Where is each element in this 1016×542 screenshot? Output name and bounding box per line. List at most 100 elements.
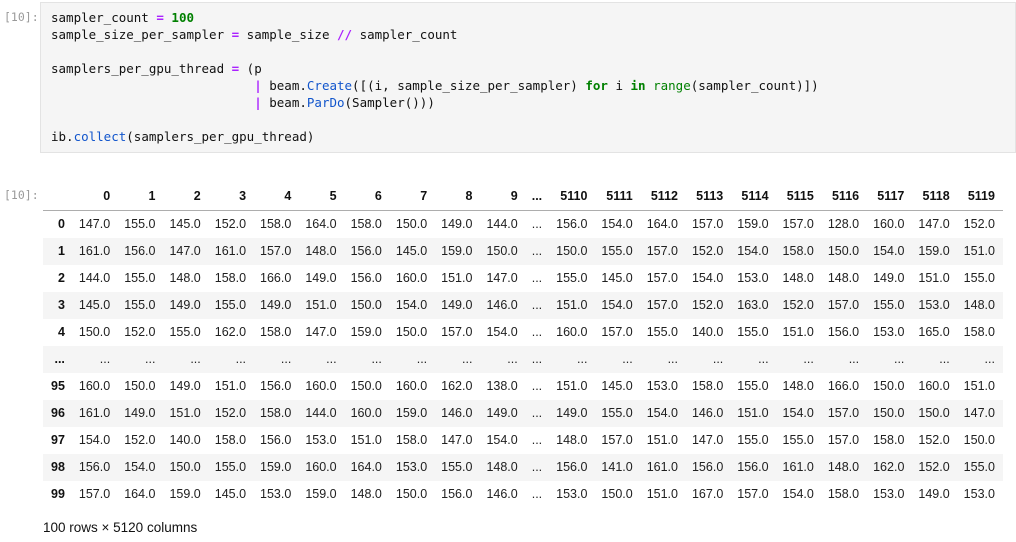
table-cell: 150.0 <box>382 481 427 508</box>
column-header: 5114 <box>723 183 768 211</box>
output-prompt: [10]: <box>4 188 38 202</box>
table-row: 0147.0155.0145.0152.0158.0164.0158.0150.… <box>43 211 1003 239</box>
table-cell: 150.0 <box>950 427 1003 454</box>
table-cell: 156.0 <box>110 238 155 265</box>
column-header: 7 <box>382 183 427 211</box>
table-cell: 148.0 <box>542 427 587 454</box>
table-row: 3145.0155.0149.0155.0149.0151.0150.0154.… <box>43 292 1003 319</box>
table-cell: 151.0 <box>769 319 814 346</box>
column-header: 5111 <box>587 183 632 211</box>
table-cell: 158.0 <box>337 211 382 239</box>
table-cell: 151.0 <box>542 292 587 319</box>
row-index: 3 <box>43 292 65 319</box>
table-cell: 148.0 <box>814 265 859 292</box>
table-cell: 154.0 <box>472 319 517 346</box>
table-cell: 161.0 <box>65 400 110 427</box>
table-cell: 157.0 <box>678 211 723 239</box>
table-cell: 156.0 <box>427 481 472 508</box>
dataframe-table: 0123456789...511051115112511351145115511… <box>43 183 1003 508</box>
code-line: | beam.Create([(i, sample_size_per_sampl… <box>51 77 1007 94</box>
table-cell: ... <box>518 481 542 508</box>
table-cell: 154.0 <box>110 454 155 481</box>
table-cell: 158.0 <box>201 265 246 292</box>
table-cell: 145.0 <box>382 238 427 265</box>
table-cell: 157.0 <box>633 292 678 319</box>
column-header: 5116 <box>814 183 859 211</box>
table-cell: 151.0 <box>904 265 949 292</box>
table-cell: ... <box>518 400 542 427</box>
column-header: 5113 <box>678 183 723 211</box>
code-editor[interactable]: sampler_count = 100sample_size_per_sampl… <box>40 2 1016 153</box>
table-cell: ... <box>814 346 859 373</box>
row-index: 98 <box>43 454 65 481</box>
table-cell: ... <box>155 346 200 373</box>
table-cell: 145.0 <box>587 265 632 292</box>
table-cell: 155.0 <box>950 265 1003 292</box>
table-cell: 160.0 <box>382 265 427 292</box>
table-cell: 149.0 <box>246 292 291 319</box>
table-cell: 166.0 <box>246 265 291 292</box>
table-cell: 148.0 <box>337 481 382 508</box>
table-cell: 155.0 <box>587 400 632 427</box>
table-cell: 151.0 <box>633 427 678 454</box>
dataframe-header: 0123456789...511051115112511351145115511… <box>43 183 1003 211</box>
table-cell: 145.0 <box>201 481 246 508</box>
table-cell: 146.0 <box>678 400 723 427</box>
table-cell: 159.0 <box>904 238 949 265</box>
table-cell: 152.0 <box>769 292 814 319</box>
table-cell: 161.0 <box>201 238 246 265</box>
table-cell: 164.0 <box>337 454 382 481</box>
table-cell: 150.0 <box>859 373 904 400</box>
table-cell: 155.0 <box>110 211 155 239</box>
table-cell: 146.0 <box>427 400 472 427</box>
column-header: 0 <box>65 183 110 211</box>
row-index: 2 <box>43 265 65 292</box>
code-content[interactable]: sampler_count = 100sample_size_per_sampl… <box>51 9 1007 145</box>
table-cell: 154.0 <box>382 292 427 319</box>
table-cell: 150.0 <box>110 373 155 400</box>
table-cell: 150.0 <box>65 319 110 346</box>
table-cell: 155.0 <box>201 454 246 481</box>
table-cell: 146.0 <box>472 481 517 508</box>
table-cell: 149.0 <box>155 292 200 319</box>
dataframe-output: 0123456789...511051115112511351145115511… <box>43 183 1016 535</box>
table-cell: ... <box>382 346 427 373</box>
table-cell: 150.0 <box>382 319 427 346</box>
column-header: 5 <box>291 183 336 211</box>
table-cell: ... <box>859 346 904 373</box>
table-cell: 158.0 <box>814 481 859 508</box>
table-cell: 149.0 <box>427 292 472 319</box>
table-cell: ... <box>678 346 723 373</box>
table-cell: 153.0 <box>291 427 336 454</box>
table-cell: 153.0 <box>859 481 904 508</box>
column-header: 5118 <box>904 183 949 211</box>
table-cell: 167.0 <box>678 481 723 508</box>
table-cell: 148.0 <box>472 454 517 481</box>
table-cell: ... <box>518 373 542 400</box>
table-cell: 155.0 <box>723 373 768 400</box>
table-cell: 153.0 <box>382 454 427 481</box>
table-cell: 149.0 <box>110 400 155 427</box>
table-cell: 159.0 <box>291 481 336 508</box>
table-cell: ... <box>587 346 632 373</box>
table-cell: 162.0 <box>427 373 472 400</box>
table-cell: 151.0 <box>723 400 768 427</box>
table-cell: 158.0 <box>950 319 1003 346</box>
table-cell: 149.0 <box>859 265 904 292</box>
table-cell: 149.0 <box>155 373 200 400</box>
table-cell: ... <box>201 346 246 373</box>
table-cell: 150.0 <box>542 238 587 265</box>
table-cell: 147.0 <box>904 211 949 239</box>
table-cell: 144.0 <box>472 211 517 239</box>
table-cell: 141.0 <box>587 454 632 481</box>
table-row: 4150.0152.0155.0162.0158.0147.0159.0150.… <box>43 319 1003 346</box>
table-cell: 155.0 <box>859 292 904 319</box>
code-line: | beam.ParDo(Sampler())) <box>51 94 1007 111</box>
table-cell: 157.0 <box>769 211 814 239</box>
table-cell: 150.0 <box>904 400 949 427</box>
code-line: sample_size_per_sampler = sample_size //… <box>51 26 1007 43</box>
table-cell: ... <box>337 346 382 373</box>
table-cell: 158.0 <box>246 319 291 346</box>
table-cell: 160.0 <box>859 211 904 239</box>
table-cell: 153.0 <box>542 481 587 508</box>
